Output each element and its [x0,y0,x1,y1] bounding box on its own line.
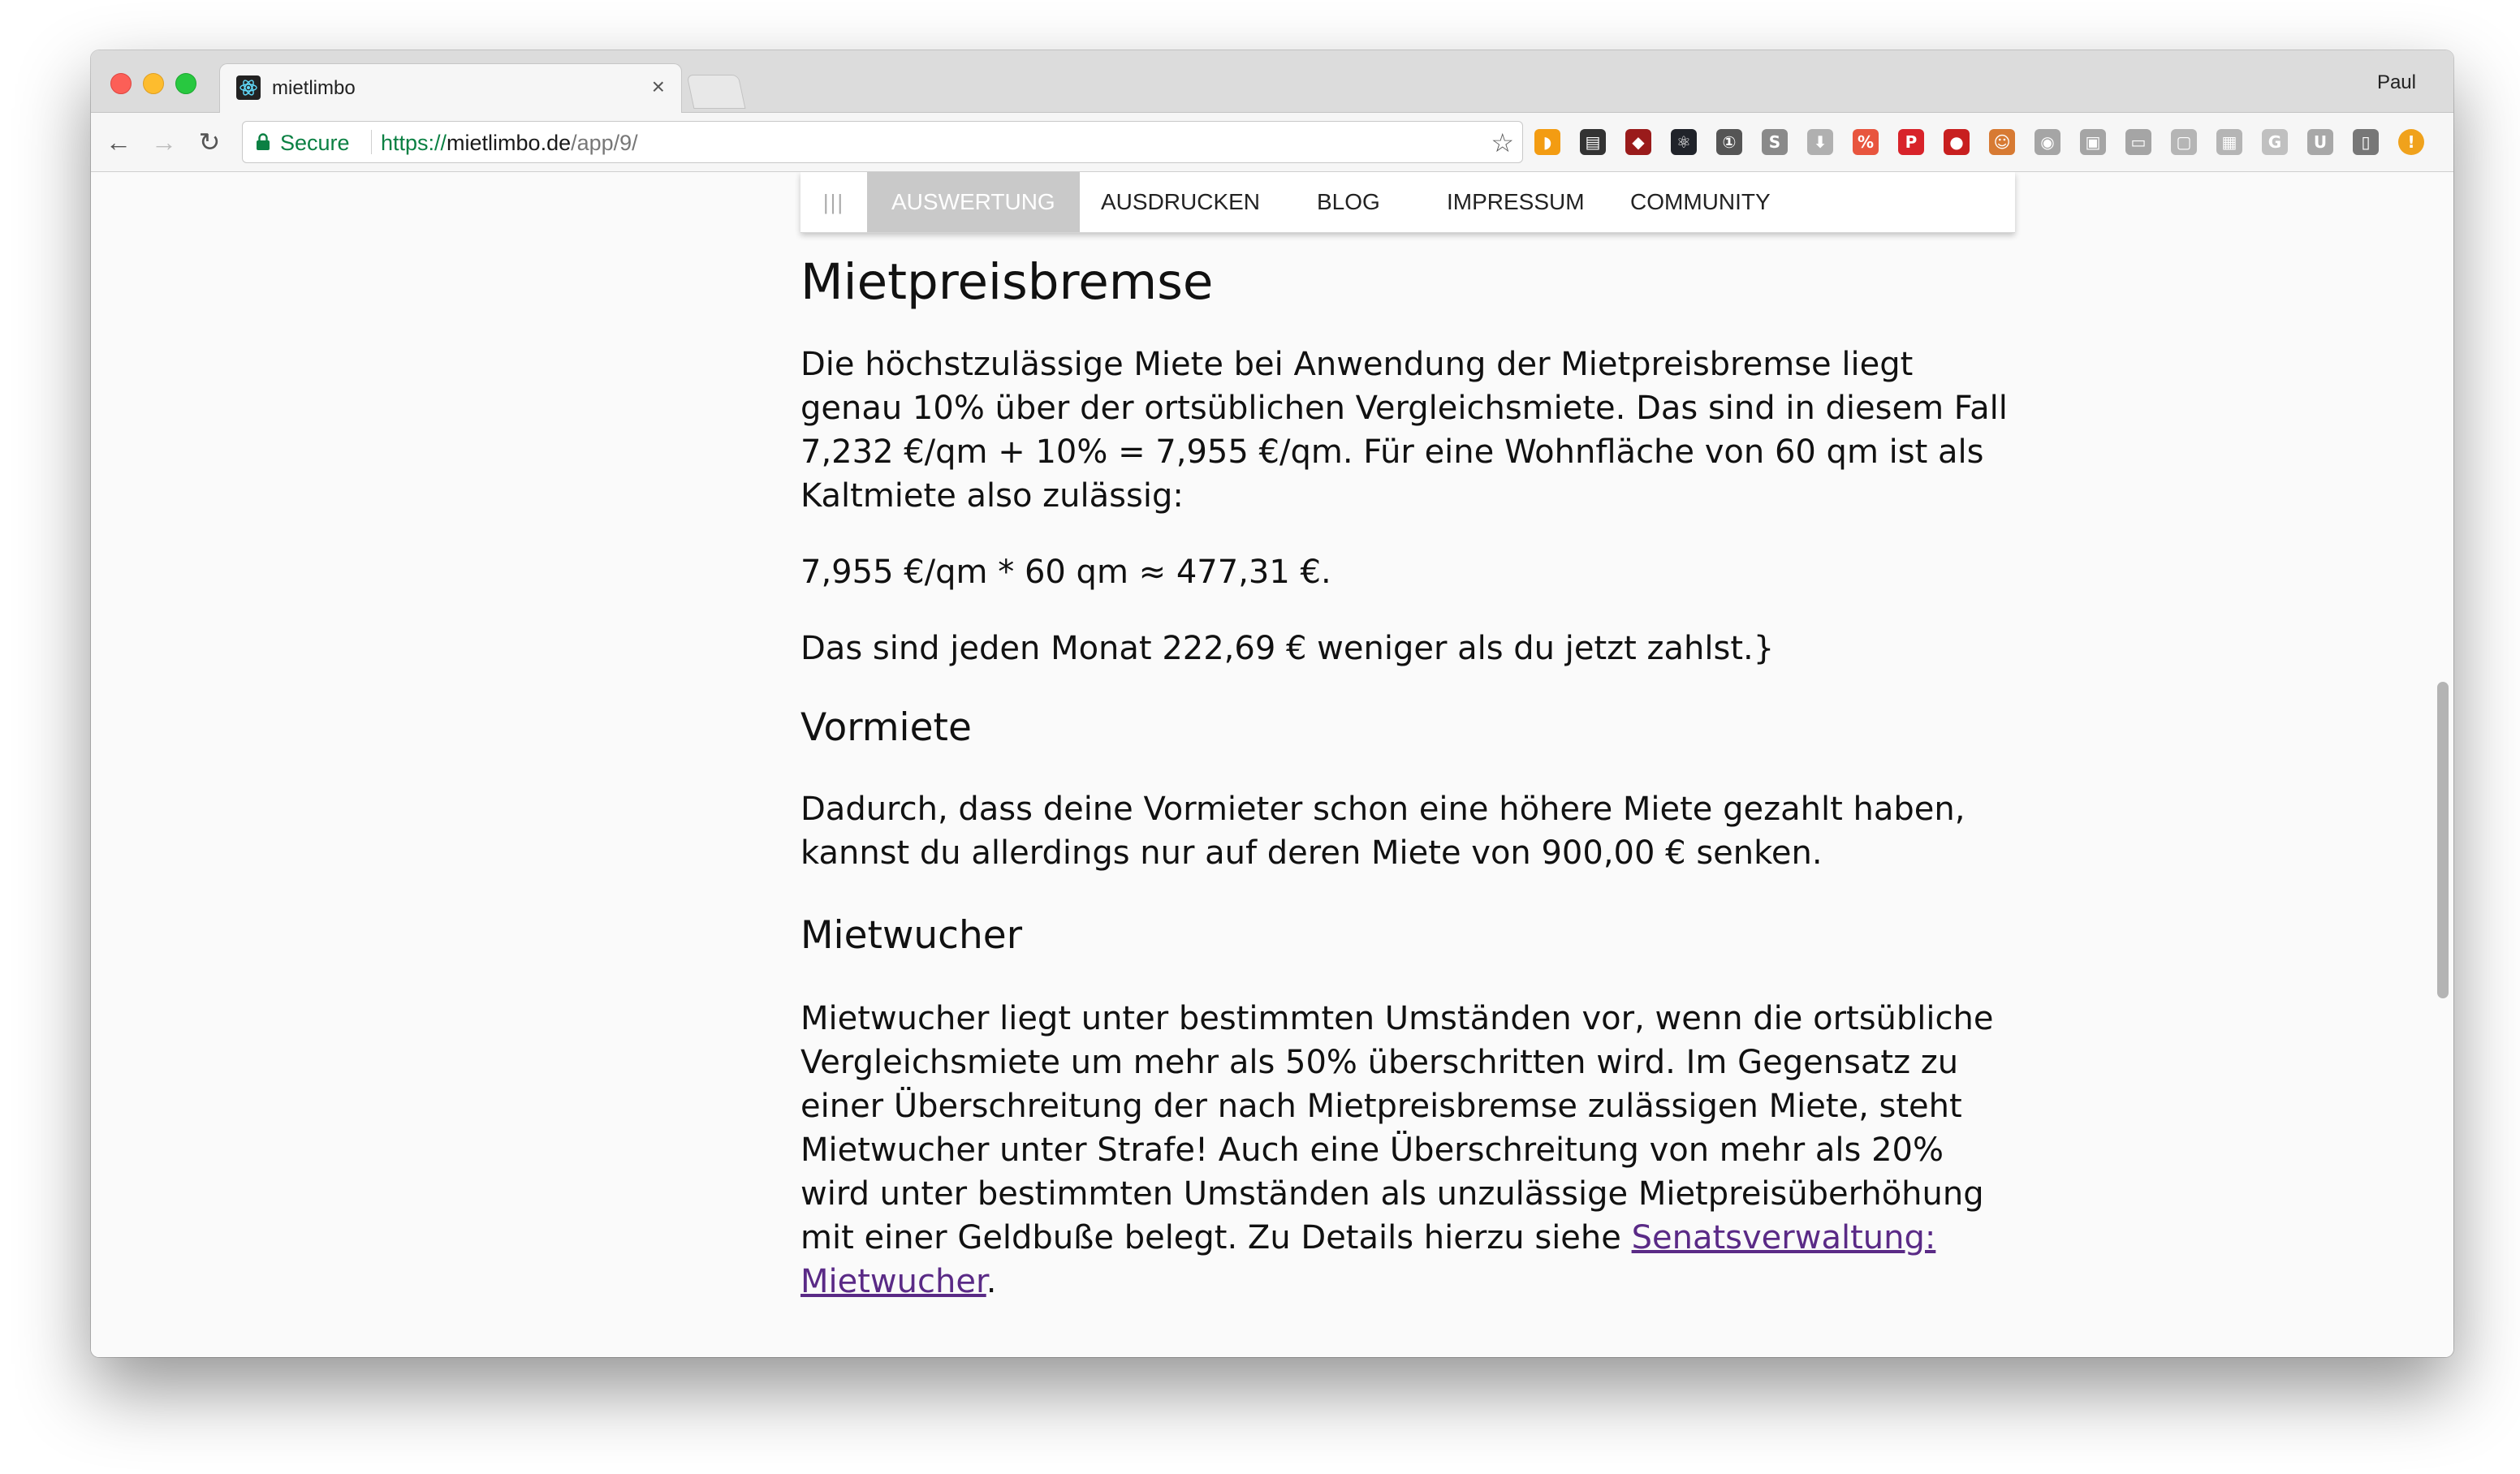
tab-close-icon[interactable]: × [652,74,665,100]
tab-title: mietlimbo [272,77,356,99]
feedly-icon[interactable]: ▤ [1580,129,1606,155]
screenshot-icon[interactable]: ▭ [2125,129,2151,155]
react-devtools-icon[interactable]: ⚛ [1671,129,1697,155]
nav-item-auswertung[interactable]: AUSWERTUNG [867,172,1080,232]
download-icon[interactable]: ⬇ [1807,129,1833,155]
secure-label: Secure [280,131,350,155]
formula-kaltmiete: 7,955 €/qm * 60 qm ≈ 477,31 €. [800,554,1331,591]
nav-item-impressum[interactable]: IMPRESSUM [1447,172,1585,232]
nav-item-blog[interactable]: BLOG [1317,172,1380,232]
reddit-icon[interactable]: ◉ [2035,129,2060,155]
address-bar[interactable]: Secure https://mietlimbo.de/app/9/ ☆ [242,121,1523,163]
heading-mietwucher: Mietwucher [800,913,1023,958]
device-icon[interactable]: ▯ [2353,129,2379,155]
onepassword-icon[interactable]: ① [1716,129,1742,155]
skype-icon[interactable]: S [1762,129,1788,155]
ghostery-icon[interactable]: ☺ [1989,129,2015,155]
react-favicon-icon [236,75,261,100]
close-window-button[interactable] [110,73,132,94]
zoom-window-button[interactable] [175,73,196,94]
browser-window: mietlimbo × Paul ← → ↻ Secure https://mi… [91,50,2453,1357]
pinterest-icon[interactable]: P [1898,129,1924,155]
cup-icon[interactable]: U [2307,129,2333,155]
clipped-previous-line [800,232,2015,244]
gif-icon[interactable]: G [2262,129,2288,155]
mietwucher-text: Mietwucher liegt unter bestimmten Umstän… [800,1000,1994,1256]
paragraph-mietwucher: Mietwucher liegt unter bestimmten Umstän… [800,997,2018,1304]
nav-item-community[interactable]: COMMUNITY [1630,172,1771,232]
article: Mietpreisbremse Die höchstzulässige Miet… [800,250,2018,1304]
page-viewport: Mietpreisbremse Die höchstzulässige Miet… [91,172,2453,1357]
rss-icon[interactable]: ◗ [1534,129,1560,155]
scrollbar-thumb[interactable] [2437,682,2449,998]
heading-mietpreisbremse: Mietpreisbremse [800,253,1214,311]
back-arrow-icon[interactable]: ← [102,126,135,158]
browser-tab[interactable]: mietlimbo × [219,63,682,113]
browser-toolbar: ← → ↻ Secure https://mietlimbo.de/app/9/… [91,113,2453,172]
url-host: mietlimbo.de [447,131,572,155]
omnibox-separator [371,130,372,154]
nav-item-ausdrucken[interactable]: AUSDRUCKEN [1101,172,1260,232]
paragraph-mietpreisbremse: Die höchstzulässige Miete bei Anwendung … [800,346,2008,515]
page-scrollbar[interactable] [2437,172,2449,1357]
minimize-window-button[interactable] [143,73,164,94]
site-navbar: ||| AUSWERTUNG AUSDRUCKEN BLOG IMPRESSUM… [800,172,2015,233]
tab-strip: mietlimbo × Paul [91,50,2453,113]
paragraph-vormiete: Dadurch, dass deine Vormieter schon eine… [800,791,1966,872]
forward-arrow-icon[interactable]: → [148,126,180,158]
menu-icon[interactable]: ||| [800,172,867,232]
reload-icon[interactable]: ↻ [193,126,226,158]
caption-icon[interactable]: ▦ [2216,129,2242,155]
comment-icon[interactable]: ▢ [2171,129,2197,155]
paragraph-ersparnis: Das sind jeden Monat 222,69 € weniger al… [800,630,1775,667]
bookmark-star-icon[interactable]: ☆ [1491,127,1514,158]
url-scheme: https:// [381,131,447,155]
wappalyzer-icon[interactable]: % [1853,129,1879,155]
new-tab-button[interactable] [686,75,746,109]
lock-icon [256,133,270,155]
profile-name[interactable]: Paul [2377,71,2416,94]
url-text[interactable]: https://mietlimbo.de/app/9/ [381,131,638,156]
mietwucher-period: . [986,1263,997,1300]
url-path: /app/9/ [571,131,638,155]
lastpass-icon[interactable]: ● [1944,129,1970,155]
heading-vormiete: Vormiete [800,705,972,750]
ublock-icon[interactable]: ◆ [1625,129,1651,155]
camera-icon[interactable]: ▣ [2080,129,2106,155]
warning-icon[interactable]: ! [2398,129,2424,155]
